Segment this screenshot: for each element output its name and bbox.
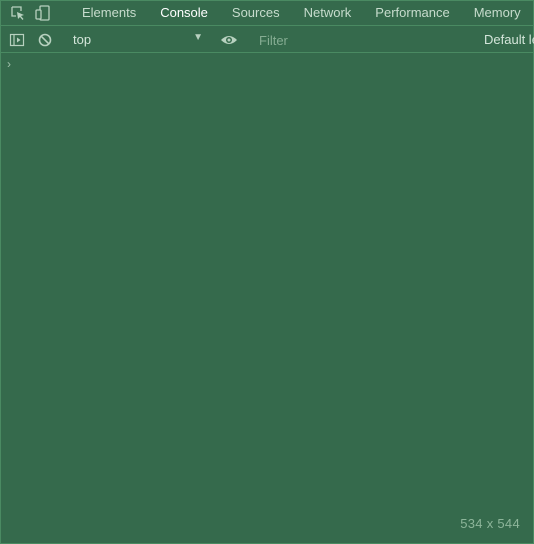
device-toolbar-icon[interactable] — [34, 4, 52, 22]
tab-elements[interactable]: Elements — [69, 1, 147, 25]
tab-memory[interactable]: Memory — [461, 1, 532, 25]
context-label: top — [73, 32, 92, 47]
tab-performance[interactable]: Performance — [362, 1, 460, 25]
inspect-element-icon[interactable] — [9, 4, 27, 22]
console-input[interactable] — [19, 55, 519, 71]
eye-icon[interactable] — [220, 31, 238, 49]
sidebar-toggle-icon[interactable] — [8, 31, 26, 49]
filter-input[interactable] — [251, 30, 459, 50]
clear-console-icon[interactable] — [36, 31, 54, 49]
tab-sources[interactable]: Sources — [219, 1, 291, 25]
devtools-window: Elements Console Sources Network Perform… — [0, 0, 534, 544]
panel-tabs: Elements Console Sources Network Perform… — [69, 1, 534, 25]
console-toolbar: top ▼ Default le — [1, 27, 534, 52]
console-prompt: › — [7, 57, 11, 71]
tabbar-divider — [1, 25, 534, 26]
console-area: › 534 x 544 — [1, 53, 534, 544]
viewport-size-label: 534 x 544 — [460, 516, 520, 531]
tab-console[interactable]: Console — [147, 1, 219, 25]
prompt-chevron-icon: › — [7, 57, 11, 71]
execution-context-select[interactable]: top ▼ — [63, 27, 209, 52]
log-levels-dropdown[interactable]: Default le — [484, 32, 534, 47]
chevron-down-icon: ▼ — [193, 32, 203, 43]
devtools-tabbar: Elements Console Sources Network Perform… — [1, 1, 534, 25]
tab-network[interactable]: Network — [291, 1, 363, 25]
